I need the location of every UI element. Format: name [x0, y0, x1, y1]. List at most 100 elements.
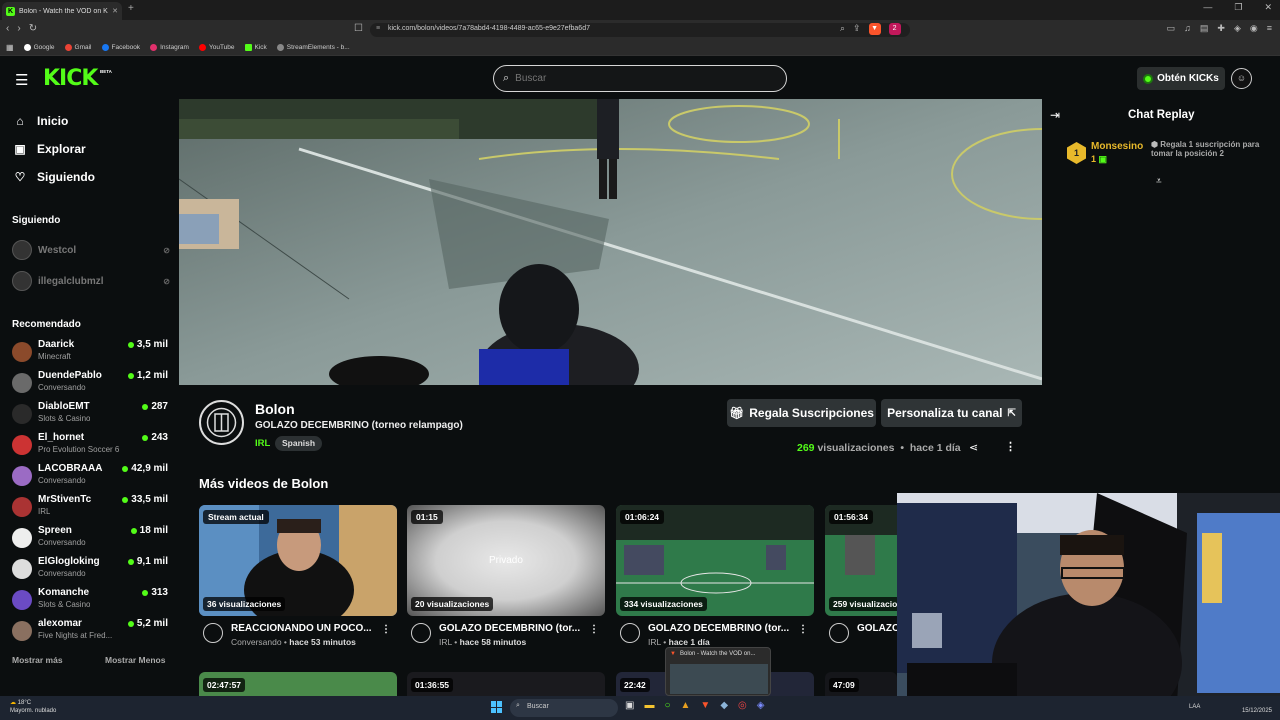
nav-home[interactable]: ⌂ Inicio	[13, 114, 68, 128]
search-input[interactable]	[515, 73, 756, 84]
recommended-channel[interactable]: Daarick Minecraft 3,5 mil	[12, 339, 168, 365]
collapse-chat-icon[interactable]: ⇥	[1050, 108, 1060, 122]
nav-browse[interactable]: ▣ Explorar	[13, 142, 85, 156]
card-more-icon[interactable]: ⋮	[381, 624, 391, 635]
url-bar[interactable]: ≡ kick.com/bolon/videos/7a78abd4-4198-44…	[370, 23, 910, 37]
bookmark-google[interactable]: Google	[23, 44, 55, 51]
channel-avatar[interactable]	[199, 400, 244, 445]
card-more-icon[interactable]: ⋮	[798, 624, 808, 635]
bookmark-youtube[interactable]: YouTube	[198, 44, 235, 51]
channel-name[interactable]: Bolon	[255, 401, 295, 417]
expand-leaderboard-icon[interactable]: ⩡	[1156, 176, 1162, 187]
card-category[interactable]: IRL	[648, 637, 661, 647]
recommended-channel[interactable]: LACOBRAAA Conversando 42,9 mil	[12, 463, 168, 489]
forward-icon[interactable]: ›	[17, 23, 20, 34]
recommended-channel[interactable]: Komanche Slots & Casino 313	[12, 587, 168, 613]
customize-channel-button[interactable]: Personaliza tu canal ⇱	[881, 399, 1022, 427]
card-title[interactable]: GOLAZO DECEMBRINO (tor...	[439, 623, 580, 634]
search-bar[interactable]: ⌕	[493, 65, 787, 92]
weather-widget[interactable]: ☁︎ 18°C Mayorm. nublado	[10, 699, 56, 715]
language-indicator[interactable]: LAA	[1189, 704, 1200, 710]
bookmark-kick[interactable]: Kick	[244, 44, 267, 51]
bookmark-instagram[interactable]: Instagram	[150, 44, 189, 51]
bookmark-facebook[interactable]: Facebook	[101, 44, 140, 51]
reload-icon[interactable]: ↻	[29, 23, 37, 34]
extensions-icon[interactable]: ✚	[1217, 23, 1225, 34]
video-card[interactable]: 02:47:57	[199, 672, 397, 696]
brave-rewards-icon[interactable]: 2	[888, 23, 901, 35]
maximize-icon[interactable]: ❐	[1234, 2, 1242, 13]
sidebar-toggle-icon[interactable]: ▭	[1167, 23, 1176, 34]
apps-icon[interactable]: ▦	[6, 43, 14, 52]
wallet-icon[interactable]: ◈	[1234, 23, 1241, 34]
app-icon[interactable]: ○	[664, 700, 670, 711]
category-link[interactable]: IRL	[255, 438, 270, 449]
leaderboard-username[interactable]: Monsesino	[1091, 141, 1143, 152]
avatar[interactable]	[203, 623, 223, 643]
brave-icon[interactable]: ▼	[700, 700, 710, 711]
video-card[interactable]: 01:56:34 259 visualizaciones GOLAZO	[825, 505, 897, 655]
taskbar-search[interactable]: ⌕ Buscar	[510, 699, 618, 717]
card-title[interactable]: GOLAZO DECEMBRINO (tor...	[648, 623, 789, 634]
avatar[interactable]	[411, 623, 431, 643]
avatar[interactable]	[829, 623, 849, 643]
reader-icon[interactable]: ▤	[1200, 23, 1209, 34]
card-more-icon[interactable]: ⋮	[589, 624, 599, 635]
avatar[interactable]	[620, 623, 640, 643]
music-icon[interactable]: ♫	[1184, 23, 1191, 34]
language-tag[interactable]: Spanish	[275, 436, 323, 451]
window-close-icon[interactable]: ✕	[1264, 2, 1272, 13]
video-thumbnail[interactable]: Privado 01:15 20 visualizaciones	[407, 505, 605, 616]
video-card[interactable]: Stream actual 36 visualizaciones REACCIO…	[199, 505, 397, 647]
hamburger-menu-icon[interactable]: ☰	[15, 71, 28, 89]
kick-logo[interactable]: KICK	[43, 66, 98, 91]
video-thumbnail[interactable]: 01:56:34 259 visualizaciones	[825, 505, 897, 616]
recommended-channel[interactable]: Spreen Conversando 18 mil	[12, 525, 168, 551]
following-item[interactable]: Westcol ⊘	[12, 240, 170, 260]
video-player[interactable]	[179, 99, 1042, 385]
more-options-icon[interactable]: ⋮	[1005, 440, 1016, 453]
tab-close-icon[interactable]: ✕	[112, 7, 118, 15]
gift-prompt[interactable]: ⬢ Regala 1 suscripción para tomar la pos…	[1151, 140, 1261, 158]
recommended-channel[interactable]: DiabloEMT Slots & Casino 287	[12, 401, 168, 427]
new-tab-icon[interactable]: +	[128, 3, 134, 14]
video-card[interactable]: 01:36:55	[407, 672, 605, 696]
site-info-icon[interactable]: ≡	[376, 25, 380, 32]
start-icon[interactable]	[491, 701, 503, 713]
card-title[interactable]: REACCIONANDO UN POCO...	[231, 623, 372, 634]
recommended-channel[interactable]: ElGlogloking Conversando 9,1 mil	[12, 556, 168, 582]
share-icon[interactable]: ⋖	[969, 441, 978, 454]
get-kicks-button[interactable]: Obtén KICKs	[1137, 67, 1225, 90]
taskbar-preview[interactable]: ▼ Bolon - Watch the VOD on...	[665, 647, 771, 696]
bookmark-gmail[interactable]: Gmail	[64, 44, 92, 51]
video-card[interactable]: 47:09	[825, 672, 897, 696]
user-avatar[interactable]: ☺	[1231, 68, 1252, 89]
zoom-icon[interactable]: ⌕	[840, 23, 845, 35]
gift-subscriptions-button[interactable]: 🎁︎ Regala Suscripciones	[727, 399, 876, 427]
file-explorer-icon[interactable]: ▬	[644, 700, 654, 711]
minimize-icon[interactable]: —	[1203, 2, 1212, 13]
show-less-link[interactable]: Mostrar Menos	[105, 655, 165, 665]
app-icon[interactable]: ▲	[681, 700, 691, 711]
video-card[interactable]: 01:06:24 334 visualizaciones GOLAZO DECE…	[616, 505, 814, 647]
vpn-icon[interactable]: ◉	[1250, 23, 1258, 34]
card-category[interactable]: IRL	[439, 637, 452, 647]
clock[interactable]: 15/12/2025	[1242, 699, 1272, 715]
video-thumbnail[interactable]: 01:06:24 334 visualizaciones	[616, 505, 814, 616]
browser-tab[interactable]: K Bolon - Watch the VOD on K ✕	[2, 2, 122, 20]
card-title[interactable]: GOLAZO	[857, 623, 897, 634]
recommended-channel[interactable]: alexomar Five Nights at Fred... 5,2 mil	[12, 618, 168, 644]
app-icon[interactable]: ◈	[757, 700, 765, 711]
brave-shields-icon[interactable]: ▼	[868, 23, 881, 35]
steam-icon[interactable]: ◆	[720, 700, 728, 711]
recommended-channel[interactable]: MrStivenTc IRL 33,5 mil	[12, 494, 168, 520]
video-card[interactable]: Privado 01:15 20 visualizaciones GOLAZO …	[407, 505, 605, 647]
back-icon[interactable]: ‹	[6, 23, 9, 34]
following-item[interactable]: illegalclubmzl ⊘	[12, 271, 170, 291]
video-thumbnail[interactable]: Stream actual 36 visualizaciones	[199, 505, 397, 616]
card-category[interactable]: Conversando	[231, 637, 282, 647]
menu-icon[interactable]: ≡	[1267, 23, 1272, 34]
show-more-link[interactable]: Mostrar más	[12, 655, 63, 665]
chrome-icon[interactable]: ◎	[738, 700, 747, 711]
recommended-channel[interactable]: DuendePablo Conversando 1,2 mil	[12, 370, 168, 396]
